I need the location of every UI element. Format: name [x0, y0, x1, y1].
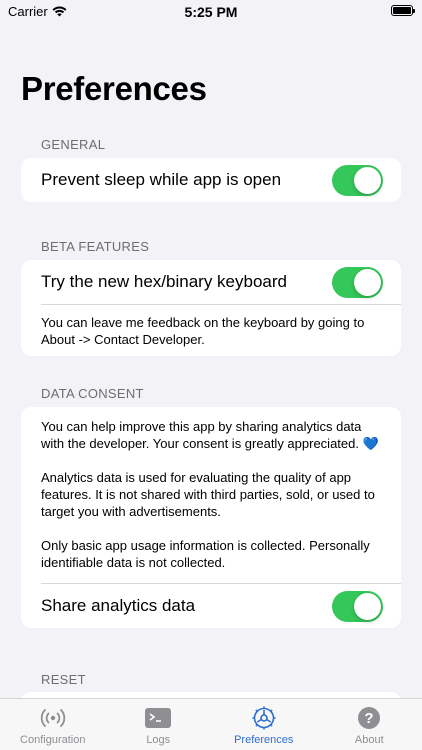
- tab-bar: Configuration Logs Preferences ? About: [0, 698, 422, 750]
- settings-icon: [249, 705, 279, 731]
- section-header-data-consent: DATA CONSENT: [41, 386, 144, 401]
- antenna-icon: [38, 705, 68, 731]
- data-consent-card: You can help improve this app by sharing…: [21, 407, 401, 628]
- section-header-reset: RESET: [41, 672, 86, 687]
- tab-preferences[interactable]: Preferences: [211, 699, 317, 750]
- tab-logs-label: Logs: [146, 734, 171, 746]
- share-analytics-row: Share analytics data: [21, 584, 401, 628]
- consent-description: You can help improve this app by sharing…: [21, 407, 401, 583]
- svg-text:?: ?: [365, 710, 374, 727]
- consent-paragraph-1: You can help improve this app by sharing…: [41, 419, 379, 451]
- question-icon: ?: [354, 705, 384, 731]
- terminal-icon: [143, 705, 173, 731]
- battery-icon: [391, 5, 415, 16]
- general-card: Prevent sleep while app is open: [21, 158, 401, 202]
- tab-configuration-label: Configuration: [20, 734, 86, 746]
- hex-keyboard-label: Try the new hex/binary keyboard: [41, 272, 287, 291]
- section-header-general: GENERAL: [41, 137, 106, 152]
- status-time: 5:25 PM: [184, 4, 238, 20]
- beta-card: Try the new hex/binary keyboard You can …: [21, 260, 401, 356]
- hex-keyboard-toggle[interactable]: [332, 266, 383, 298]
- section-header-beta: BETA FEATURES: [41, 239, 150, 254]
- tab-about-label: About: [354, 734, 384, 746]
- tab-configuration[interactable]: Configuration: [0, 699, 106, 750]
- status-bar: Carrier 5:25 PM: [0, 0, 422, 24]
- prevent-sleep-label: Prevent sleep while app is open: [41, 170, 282, 189]
- consent-paragraph-2: Analytics data is used for evaluating th…: [41, 470, 375, 519]
- tab-logs[interactable]: Logs: [106, 699, 212, 750]
- share-analytics-label: Share analytics data: [41, 596, 196, 615]
- keyboard-feedback-note: You can leave me feedback on the keyboar…: [41, 315, 365, 347]
- prevent-sleep-row: Prevent sleep while app is open: [21, 158, 401, 202]
- hex-keyboard-row: Try the new hex/binary keyboard: [21, 260, 401, 304]
- tab-preferences-label: Preferences: [234, 734, 294, 746]
- page-title: Preferences: [21, 70, 207, 107]
- consent-paragraph-3: Only basic app usage information is coll…: [41, 538, 370, 570]
- prevent-sleep-toggle[interactable]: [332, 164, 383, 196]
- share-analytics-toggle[interactable]: [332, 590, 383, 622]
- tab-about[interactable]: ? About: [317, 699, 422, 750]
